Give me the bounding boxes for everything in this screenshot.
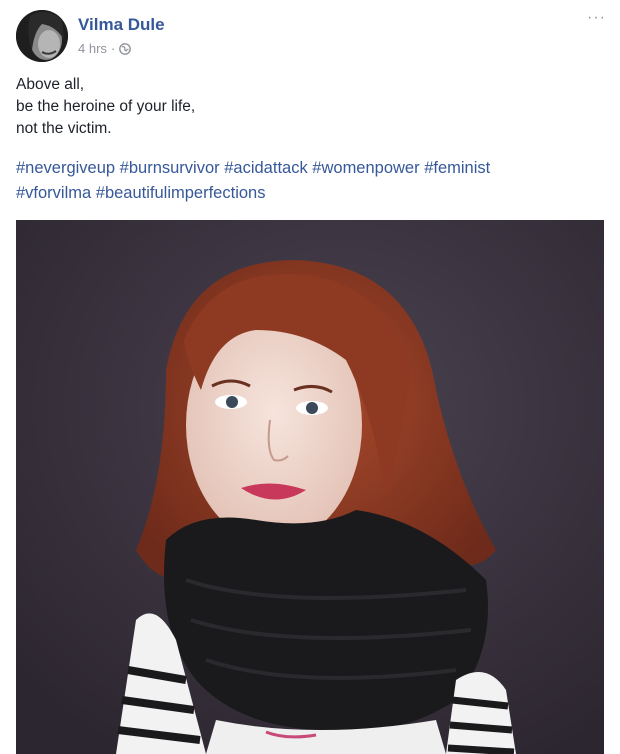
post-text-line: not the victim. [16,120,112,137]
author-block: Vilma Dule 4 hrs · [78,10,165,57]
author-avatar[interactable] [16,10,68,62]
hashtag-link[interactable]: #beautifulimperfections [96,184,266,202]
more-options-button[interactable]: ··· [587,10,606,26]
post-photo[interactable] [16,220,604,754]
post-time[interactable]: 4 hrs [78,41,107,57]
hashtag-link[interactable]: #vforvilma [16,184,91,202]
post-meta: 4 hrs · [78,41,165,57]
hashtag-row: #vforvilma #beautifulimperfections [16,181,606,206]
hashtags: #nevergiveup #burnsurvivor #acidattack #… [16,156,606,206]
hashtag-link[interactable]: #acidattack [224,159,307,177]
hashtag-link[interactable]: #burnsurvivor [120,159,220,177]
hashtag-link[interactable]: #feminist [424,159,490,177]
globe-icon[interactable] [119,43,132,55]
author-name[interactable]: Vilma Dule [78,14,165,36]
post-text-line: Above all, [16,76,85,93]
hashtag-link[interactable]: #nevergiveup [16,159,115,177]
meta-separator: · [110,41,116,56]
post-text-line: be the heroine of your life, [16,98,196,115]
facebook-post: Vilma Dule 4 hrs · ··· Above all, be the… [0,0,620,754]
post-text: Above all, be the heroine of your life, … [16,74,606,140]
post-header: Vilma Dule 4 hrs · [16,10,165,66]
hashtag-row: #nevergiveup #burnsurvivor #acidattack #… [16,156,606,181]
hashtag-link[interactable]: #womenpower [312,159,419,177]
